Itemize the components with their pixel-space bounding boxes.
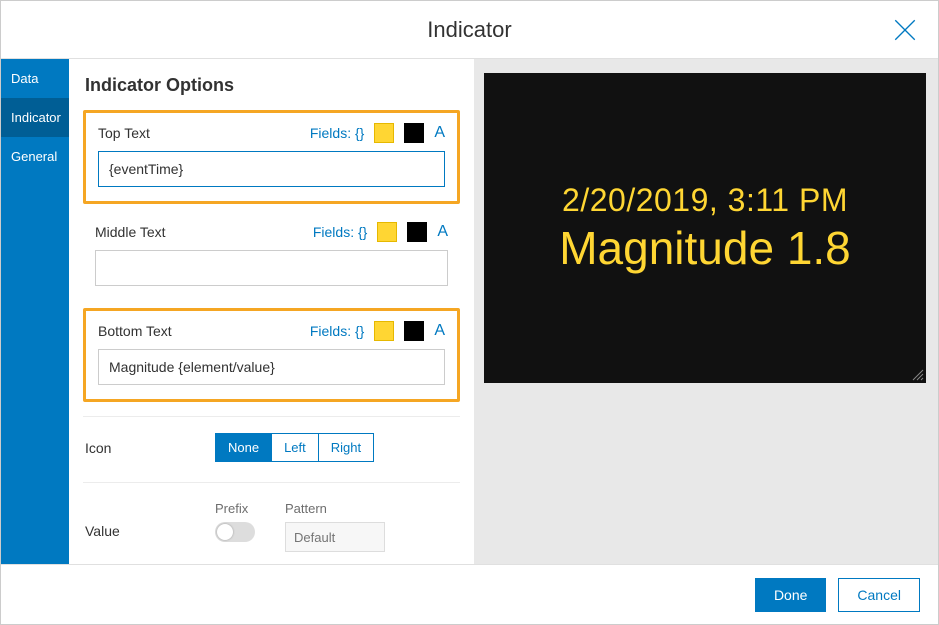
group-middle-text: Middle Text Fields: {} A: [83, 212, 460, 300]
fields-link-top[interactable]: Fields: {}: [310, 125, 364, 141]
row-icon: Icon None Left Right: [83, 427, 460, 468]
text-color-swatch-middle[interactable]: [377, 222, 397, 242]
group-bottom-text: Bottom Text Fields: {} A: [83, 308, 460, 402]
col-prefix: Prefix: [215, 501, 255, 542]
group-top-text: Top Text Fields: {} A: [83, 110, 460, 204]
icon-option-none[interactable]: None: [216, 434, 272, 461]
icon-label: Icon: [85, 440, 215, 456]
preview-resize-handle[interactable]: [910, 367, 924, 381]
group-header-top: Top Text Fields: {} A: [98, 123, 445, 143]
middle-text-label: Middle Text: [95, 224, 166, 240]
bg-color-swatch-middle[interactable]: [407, 222, 427, 242]
sidebar-item-indicator[interactable]: Indicator: [1, 98, 69, 137]
bottom-text-input[interactable]: [98, 349, 445, 385]
value-label: Value: [85, 501, 215, 539]
text-color-swatch-top[interactable]: [374, 123, 394, 143]
preview-panel: 2/20/2019, 3:11 PM Magnitude 1.8: [484, 73, 926, 383]
row-value: Value Prefix Pattern: [83, 493, 460, 552]
main-area: Indicator Options Top Text Fields: {} A: [69, 59, 938, 564]
group-header-middle: Middle Text Fields: {} A: [95, 222, 448, 242]
options-panel: Indicator Options Top Text Fields: {} A: [69, 59, 474, 564]
divider-2: [83, 482, 460, 483]
sidebar: Data Indicator General: [1, 59, 69, 564]
close-button[interactable]: [890, 15, 920, 45]
top-text-input[interactable]: [98, 151, 445, 187]
icon-option-left[interactable]: Left: [272, 434, 319, 461]
prefix-toggle[interactable]: [215, 522, 255, 542]
options-title: Indicator Options: [85, 75, 460, 96]
top-text-label: Top Text: [98, 125, 150, 141]
icon-option-right[interactable]: Right: [319, 434, 373, 461]
dialog-footer: Done Cancel: [1, 564, 938, 624]
text-color-swatch-bottom[interactable]: [374, 321, 394, 341]
preview-top-text: 2/20/2019, 3:11 PM: [562, 182, 848, 219]
format-button-bottom[interactable]: A: [434, 322, 445, 340]
middle-text-input[interactable]: [95, 250, 448, 286]
fields-link-middle[interactable]: Fields: {}: [313, 224, 367, 240]
close-icon: [892, 17, 918, 43]
dialog-body: Data Indicator General Indicator Options…: [1, 59, 938, 564]
resize-handle-icon: [910, 367, 924, 381]
bg-color-swatch-bottom[interactable]: [404, 321, 424, 341]
cancel-button[interactable]: Cancel: [838, 578, 920, 612]
sidebar-item-data[interactable]: Data: [1, 59, 69, 98]
group-header-bottom: Bottom Text Fields: {} A: [98, 321, 445, 341]
pattern-label: Pattern: [285, 501, 385, 516]
bg-color-swatch-top[interactable]: [404, 123, 424, 143]
bottom-text-label: Bottom Text: [98, 323, 172, 339]
fields-link-bottom[interactable]: Fields: {}: [310, 323, 364, 339]
preview-wrap: 2/20/2019, 3:11 PM Magnitude 1.8: [474, 59, 938, 564]
format-button-top[interactable]: A: [434, 124, 445, 142]
icon-segmented-control: None Left Right: [215, 433, 374, 462]
preview-middle-text: Magnitude 1.8: [559, 221, 851, 275]
dialog-indicator: Indicator Data Indicator General Indicat…: [0, 0, 939, 625]
sidebar-item-general[interactable]: General: [1, 137, 69, 176]
dialog-header: Indicator: [1, 1, 938, 59]
pattern-input[interactable]: [285, 522, 385, 552]
col-pattern: Pattern: [285, 501, 385, 552]
done-button[interactable]: Done: [755, 578, 826, 612]
prefix-label: Prefix: [215, 501, 255, 516]
dialog-title: Indicator: [427, 17, 511, 43]
divider-1: [83, 416, 460, 417]
format-button-middle[interactable]: A: [437, 223, 448, 241]
